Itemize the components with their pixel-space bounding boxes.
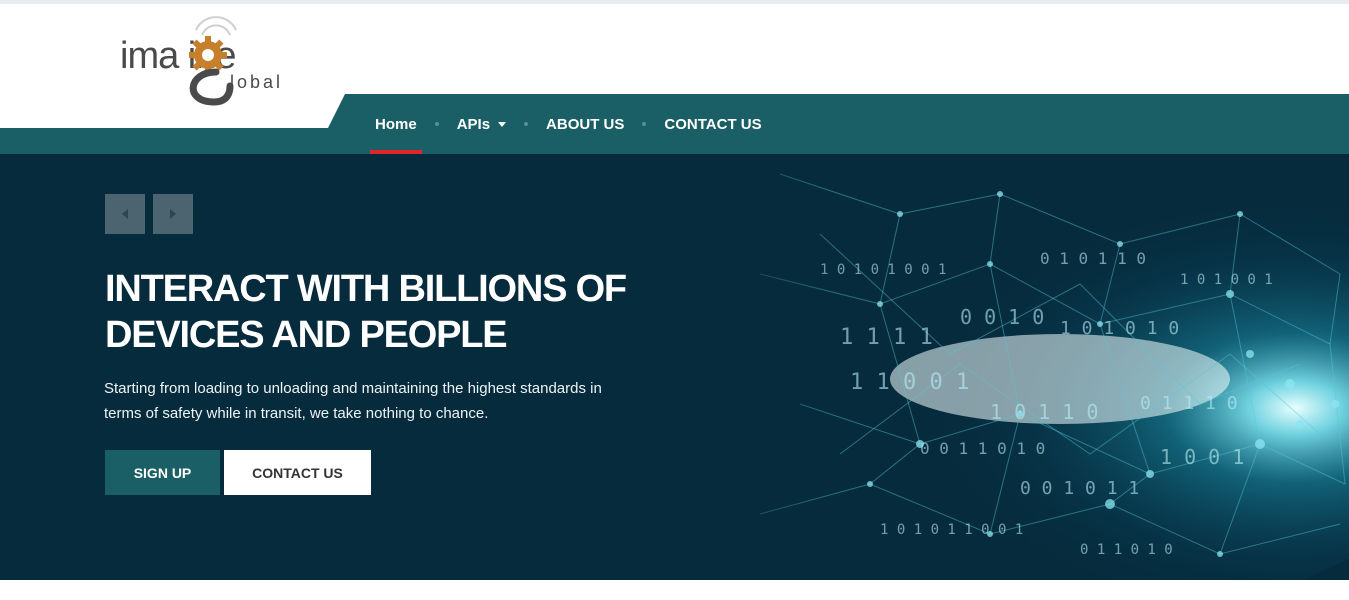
hero-title: INTERACT WITH BILLIONS OF DEVICES AND PE… [105,266,665,358]
page-bottom [0,580,1349,600]
nav-contact-label: CONTACT US [664,115,762,133]
caret-down-icon [498,122,507,127]
hero-slider: 1 1 1 1 0 0 1 0 1 0 1 0 1 0 1 1 0 0 1 1 … [0,154,1349,580]
contact-us-button[interactable]: CONTACT US [224,450,371,495]
page: ima ine lobal Home APIs ABOUT US CONTACT… [0,0,1349,600]
nav-about-label: ABOUT US [546,115,625,133]
triangle-left-icon [122,209,128,219]
main-nav: Home APIs ABOUT US CONTACT US [370,94,762,154]
triangle-right-icon [170,209,176,219]
nav-apis-label: APIs [456,115,491,133]
hero-title-line2: DEVICES AND PEOPLE [105,314,508,356]
hero-title-line1: INTERACT WITH BILLIONS OF [105,268,627,310]
gear-icon [189,36,227,74]
hero-desc-line2: terms of safety while in transit, we tak… [104,405,489,422]
hero-description: Starting from loading to unloading and m… [104,376,664,426]
nav-about-us[interactable]: ABOUT US [546,94,624,154]
nav-apis[interactable]: APIs [456,94,507,154]
brand-logo[interactable]: ima ine lobal [118,16,308,111]
nav-home[interactable]: Home [370,94,422,154]
nav-separator [434,122,439,126]
network-background-image: 1 1 1 1 0 0 1 0 1 0 1 0 1 0 1 1 0 0 1 1 … [0,154,1349,580]
sign-up-button[interactable]: SIGN UP [105,450,220,495]
nav-separator [524,122,529,126]
hero-desc-line1: Starting from loading to unloading and m… [104,380,602,397]
wifi-icon [195,16,237,36]
nav-home-label: Home [375,115,417,133]
slider-next-button[interactable] [153,194,193,234]
nav-contact-us[interactable]: CONTACT US [664,94,761,154]
logo-subtitle: lobal [230,72,283,92]
slider-prev-button[interactable] [105,194,145,234]
nav-separator [642,122,647,126]
